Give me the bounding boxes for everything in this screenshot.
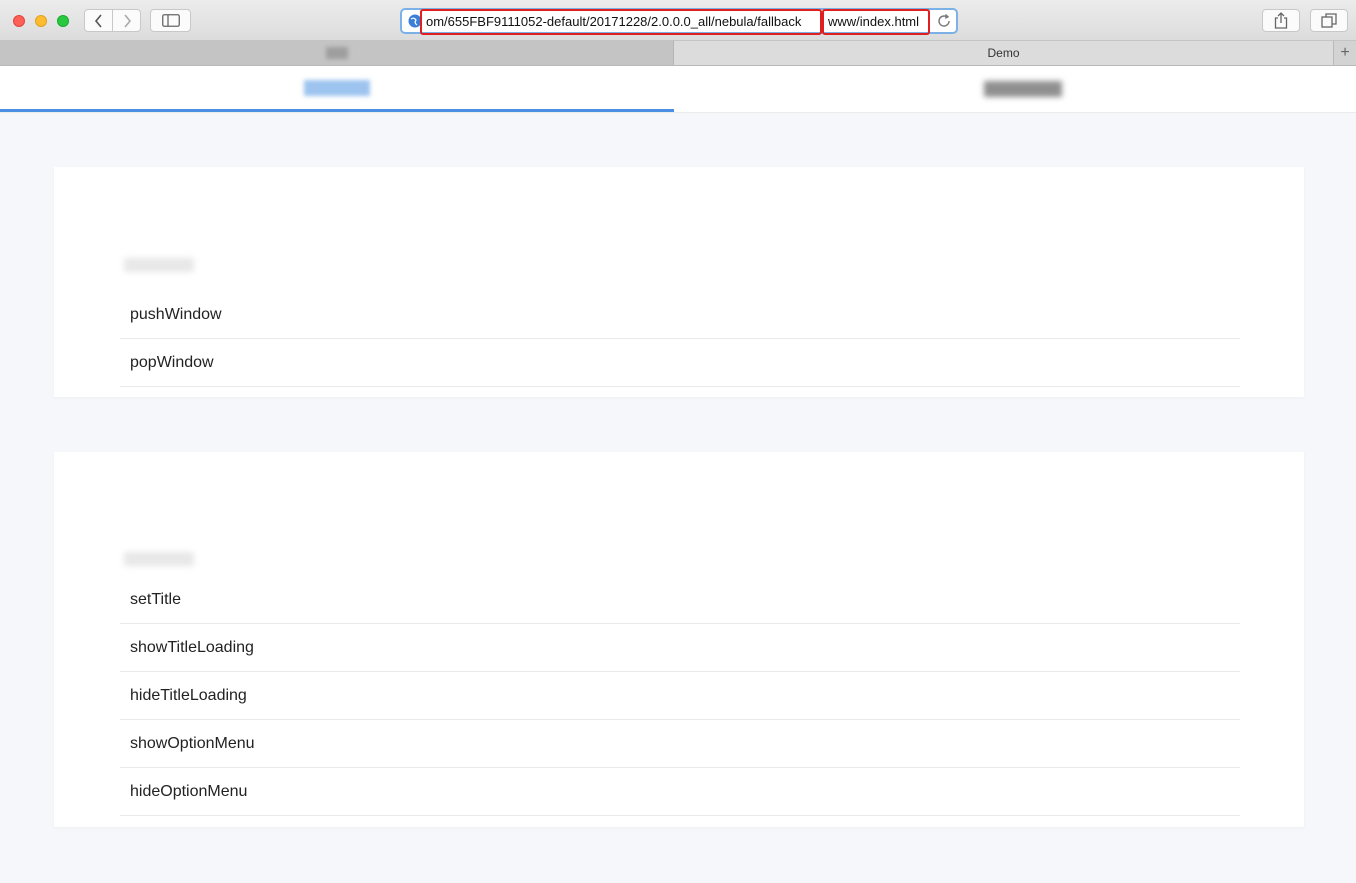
api-item-showoptionmenu[interactable]: showOptionMenu xyxy=(120,720,1240,768)
browser-toolbar: om/655FBF9111052-default/20171228/2.0.0.… xyxy=(0,0,1356,41)
api-item-pushwindow[interactable]: pushWindow xyxy=(120,291,1240,339)
sidebar-toggle-button[interactable] xyxy=(150,9,191,32)
new-tab-button[interactable]: + xyxy=(1333,41,1356,65)
share-icon xyxy=(1274,12,1288,29)
reload-icon[interactable] xyxy=(936,13,952,29)
back-icon xyxy=(94,13,102,28)
page-tab-bar xyxy=(0,66,1356,113)
page-tab-active[interactable] xyxy=(0,66,674,112)
page-tab-label-blurred xyxy=(984,81,1062,97)
tab-overview-button[interactable] xyxy=(1310,9,1348,32)
url-path-highlight: om/655FBF9111052-default/20171228/2.0.0.… xyxy=(420,9,822,35)
forward-button[interactable] xyxy=(112,10,140,31)
tab-favicon-blurred xyxy=(325,47,348,59)
api-list: pushWindow popWindow xyxy=(120,291,1240,387)
zoom-window-button[interactable] xyxy=(57,15,69,27)
api-item-hideoptionmenu[interactable]: hideOptionMenu xyxy=(120,768,1240,816)
share-button[interactable] xyxy=(1262,9,1300,32)
close-window-button[interactable] xyxy=(13,15,25,27)
api-item-settitle[interactable]: setTitle xyxy=(120,576,1240,624)
minimize-window-button[interactable] xyxy=(35,15,47,27)
address-bar[interactable]: om/655FBF9111052-default/20171228/2.0.0.… xyxy=(400,8,958,35)
tabs-overview-icon xyxy=(1321,13,1337,28)
browser-tab-demo[interactable]: Demo xyxy=(674,41,1333,65)
section-title-blurred xyxy=(124,552,194,566)
url-file-highlight: www/index.html xyxy=(822,9,930,35)
section-title-blurred xyxy=(124,258,194,272)
browser-tab-bar: Demo + xyxy=(0,41,1356,66)
tab-label: Demo xyxy=(987,46,1020,60)
back-button[interactable] xyxy=(85,10,112,31)
page-tab-label-blurred xyxy=(304,79,370,96)
api-item-popwindow[interactable]: popWindow xyxy=(120,339,1240,387)
sidebar-icon xyxy=(161,14,180,27)
browser-tab[interactable] xyxy=(0,41,674,65)
api-section-card: pushWindow popWindow xyxy=(54,167,1304,397)
api-list: setTitle showTitleLoading hideTitleLoadi… xyxy=(120,576,1240,816)
api-item-hidetitleloading[interactable]: hideTitleLoading xyxy=(120,672,1240,720)
api-section-card: setTitle showTitleLoading hideTitleLoadi… xyxy=(54,452,1304,827)
page-tab[interactable] xyxy=(878,66,1168,112)
forward-icon xyxy=(123,13,131,28)
api-item-showtitleloading[interactable]: showTitleLoading xyxy=(120,624,1240,672)
navigation-buttons xyxy=(84,9,141,32)
